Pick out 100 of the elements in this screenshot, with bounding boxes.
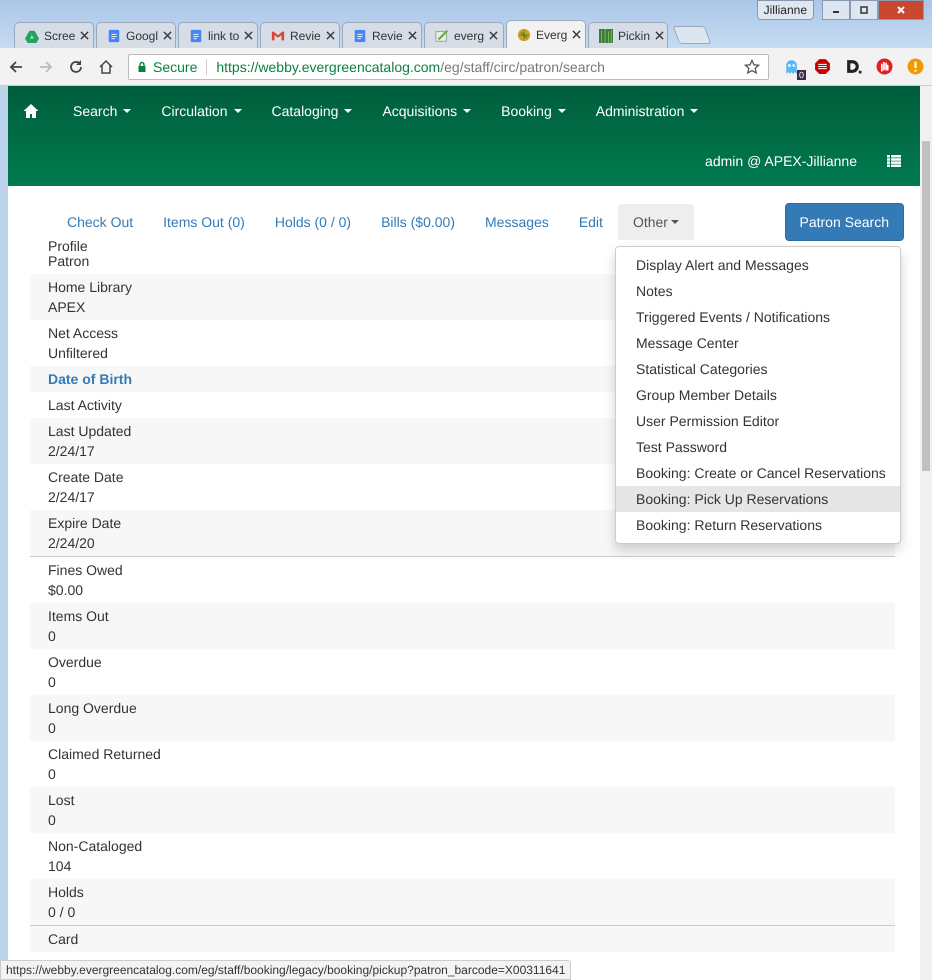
nav-menu[interactable]: Cataloging	[272, 103, 352, 119]
nav-menu[interactable]: Acquisitions	[382, 103, 472, 119]
field-value: 2/24/17	[48, 442, 95, 461]
menu-item[interactable]: Test Password	[616, 434, 900, 460]
field-value: 2/24/17	[48, 488, 95, 507]
field-label: Overdue	[48, 653, 102, 672]
browser-tab[interactable]: Everg	[506, 20, 586, 48]
tab-title: Googl	[126, 28, 158, 42]
close-icon[interactable]	[489, 31, 498, 40]
home-icon[interactable]	[23, 103, 39, 119]
menu-item[interactable]: Booking: Pick Up Reservations	[616, 486, 900, 512]
close-icon[interactable]	[326, 31, 335, 40]
field-label: Holds	[48, 883, 84, 902]
close-window-button[interactable]	[878, 0, 924, 20]
menu-item[interactable]: Booking: Create or Cancel Reservations	[616, 460, 900, 486]
nav-menu[interactable]: Administration	[596, 103, 698, 119]
profile-button[interactable]: Jillianne	[756, 0, 814, 20]
close-icon[interactable]	[244, 31, 254, 40]
field-value: 104	[48, 857, 72, 876]
home-icon[interactable]	[98, 58, 114, 74]
menu-item[interactable]: Notes	[616, 278, 900, 304]
patron-tab[interactable]: Other	[618, 204, 694, 240]
nav-menu[interactable]: Circulation	[161, 103, 242, 119]
close-icon[interactable]	[80, 31, 90, 40]
tab-title: everg	[454, 28, 484, 42]
hand-icon[interactable]	[876, 58, 893, 75]
close-icon[interactable]	[572, 30, 582, 39]
star-icon[interactable]	[744, 58, 760, 74]
scrollbar[interactable]	[920, 86, 932, 980]
minimize-button[interactable]	[822, 0, 850, 20]
scrollbar-thumb[interactable]	[922, 141, 930, 471]
menu-item[interactable]: Triggered Events / Notifications	[616, 304, 900, 330]
menu-item[interactable]: Message Center	[616, 330, 900, 356]
tab-title: Scree	[44, 28, 76, 42]
patron-tab[interactable]: Edit	[564, 204, 618, 240]
lock-icon	[137, 60, 147, 72]
status-url: https://webby.evergreencatalog.com/eg/staff/booking/legacy/booking/pickup?patron_barcode=X00311641	[0, 960, 572, 980]
field-label: Net Access	[48, 324, 118, 343]
field-value: 0	[48, 673, 56, 692]
field-value: 0 / 0	[48, 903, 76, 922]
browser-tab[interactable]: Revie	[260, 22, 340, 48]
patron-tab[interactable]: Items Out (0)	[148, 204, 260, 240]
stop-sign-icon[interactable]	[814, 58, 831, 75]
field-value: 0	[48, 811, 56, 830]
field-value: APEX	[48, 298, 86, 317]
tab-title: Pickin	[618, 28, 650, 42]
ghost-icon[interactable]	[783, 58, 800, 75]
field-label: Card	[48, 930, 78, 949]
count-badge: 0	[796, 70, 806, 80]
patron-tab[interactable]: Messages	[470, 204, 564, 240]
patron-tab[interactable]: Holds (0 / 0)	[260, 204, 366, 240]
caret-icon	[690, 109, 698, 113]
envelope-icon	[271, 28, 285, 42]
caret-icon	[558, 109, 566, 113]
caret-icon	[123, 109, 132, 113]
field-label: Last Updated	[48, 422, 132, 441]
menu-item[interactable]: Statistical Categories	[616, 356, 900, 382]
nav-menu[interactable]: Booking	[501, 103, 566, 119]
close-icon[interactable]	[163, 31, 172, 40]
back-icon[interactable]	[8, 58, 24, 74]
browser-tab[interactable]: Googl	[96, 22, 176, 48]
patron-tab[interactable]: Check Out	[52, 204, 148, 240]
browser-tab[interactable]: Pickin	[588, 22, 668, 48]
tab-title: Everg	[536, 28, 568, 42]
patron-search-button[interactable]: Patron Search	[784, 203, 904, 241]
field-label: Last Activity	[48, 396, 122, 415]
browser-tab[interactable]: everg	[424, 22, 504, 48]
browser-tab[interactable]: Revie	[342, 22, 422, 48]
caret-icon	[234, 109, 242, 113]
field-label: Long Overdue	[48, 699, 137, 718]
field-label: Fines Owed	[48, 561, 123, 580]
close-icon[interactable]	[655, 31, 664, 40]
security-label: Secure	[153, 58, 198, 74]
menu-item[interactable]: Display Alert and Messages	[616, 252, 900, 278]
browser-tab[interactable]: link to	[178, 22, 258, 48]
field-label: Non-Cataloged	[48, 837, 142, 856]
user-label: admin @ APEX-Jillianne	[705, 153, 857, 169]
field-label: Profile	[48, 241, 88, 251]
field-label: Claimed Returned	[48, 745, 161, 764]
caret-icon	[670, 220, 679, 224]
close-icon[interactable]	[408, 31, 417, 40]
nav-menu[interactable]: Search	[73, 103, 132, 119]
list-icon[interactable]	[887, 155, 901, 167]
reload-icon[interactable]	[68, 58, 84, 74]
browser-tab[interactable]: Scree	[14, 22, 94, 48]
menu-item[interactable]: User Permission Editor	[616, 408, 900, 434]
patron-tab[interactable]: Bills ($0.00)	[366, 204, 470, 240]
grass-icon	[599, 28, 613, 42]
field-label: Expire Date	[48, 514, 122, 533]
letter-d-icon[interactable]	[845, 58, 862, 75]
address-bar[interactable]: Secure https://webby.evergreencatalog.com/eg/staff/circ/patron/search	[128, 54, 769, 80]
document-icon	[107, 28, 121, 42]
menu-item[interactable]: Booking: Return Reservations	[616, 512, 900, 538]
maximize-button[interactable]	[850, 0, 878, 20]
field-value: 0	[48, 719, 56, 738]
field-value: Patron	[48, 252, 90, 271]
tab-title: Revie	[372, 28, 403, 42]
tab-title: link to	[208, 28, 240, 42]
menu-item[interactable]: Group Member Details	[616, 382, 900, 408]
field-link[interactable]: Date of Birth	[48, 369, 132, 389]
